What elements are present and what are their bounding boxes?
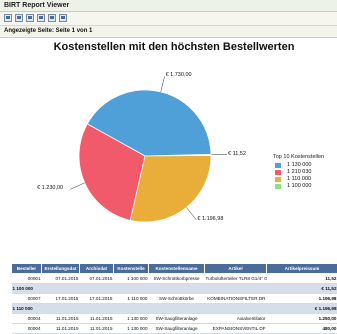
legend-item: 1 210 030	[273, 169, 324, 176]
column-header-artikelpreissum[interactable]: Artikelpreissum	[267, 264, 337, 274]
table-cell: 1 130 000	[114, 324, 149, 334]
table-cell: SW-Schrottkorbpresse	[149, 274, 205, 284]
pie-leader-line	[186, 207, 196, 219]
group-label: 1 110 000	[12, 304, 267, 314]
table-row: 0000717.01.201517.01.20151 110 000SW-Sch…	[12, 294, 337, 304]
column-header-kostenstelle[interactable]: Kostenstelle	[114, 264, 149, 274]
pie-chart	[11, 38, 337, 260]
group-total: € 11,52	[267, 284, 337, 294]
column-header-erstellungsdat[interactable]: Erstellungsdat	[42, 264, 80, 274]
pie-leader-line	[70, 183, 85, 190]
table-cell: Turbolüfterteiler TLR8 G1/4" G1/8"	[205, 274, 267, 284]
pie-value-label: € 11,52	[228, 151, 246, 157]
legend-swatch	[275, 184, 281, 189]
pie-leader-line	[161, 76, 165, 92]
table-header-row: Besteller Erstellungsdat Archivdat Koste…	[12, 264, 337, 274]
table-cell: 480,00	[267, 324, 337, 334]
legend-swatch	[275, 170, 281, 175]
table-cell: 00007	[12, 294, 42, 304]
chart-legend: Top 10 Kostenstellen 1 130 0001 210 0301…	[273, 154, 324, 190]
table-cell: Axialventilator	[205, 314, 267, 324]
table-cell: SW-Saugfilteranlage	[149, 324, 205, 334]
group-total: € 1.196,98	[267, 304, 337, 314]
column-header-archivdat[interactable]: Archivdat	[80, 264, 114, 274]
app-title: BIRT Report Viewer	[4, 0, 69, 11]
legend-title: Top 10 Kostenstellen	[273, 154, 324, 160]
table-cell: 11,52	[267, 274, 337, 284]
group-label: 1 100 000	[12, 284, 267, 294]
table-cell: 07.01.2015	[80, 274, 114, 284]
table-cell: 1 110 000	[114, 294, 149, 304]
table-cell: 17.01.2015	[80, 294, 114, 304]
print-server-icon[interactable]	[59, 14, 67, 22]
table-cell: 1 130 000	[114, 314, 149, 324]
page-indicator: Angezeigte Seite: Seite 1 von 1	[4, 26, 92, 37]
table-row: 0000411.01.201511.01.20151 130 000SW-Sau…	[12, 314, 337, 324]
table-cell: 00001	[12, 274, 42, 284]
table-cell: 00004	[12, 324, 42, 334]
table-cell: 11.01.2015	[42, 314, 80, 324]
legend-item: 1 100 000	[273, 183, 324, 190]
print-icon[interactable]	[48, 14, 56, 22]
legend-label: 1 100 000	[287, 183, 311, 190]
legend-label: 1 210 030	[287, 169, 311, 176]
pie-value-label: € 1.730,00	[166, 72, 192, 78]
title-bar: BIRT Report Viewer	[0, 0, 337, 12]
toolbar	[0, 12, 337, 26]
legend-label: 1 110 000	[287, 176, 311, 183]
column-header-besteller[interactable]: Besteller	[12, 264, 42, 274]
pie-value-label: € 1.230,00	[37, 185, 63, 191]
table-cell: EXPANSIONSVENTIL DF	[205, 324, 267, 334]
group-total-row: 1 110 000€ 1.196,98	[12, 304, 337, 314]
column-header-kostenstellenname[interactable]: Kostenstellenname	[149, 264, 205, 274]
table-row: 0000411.01.201511.01.20151 130 000SW-Sau…	[12, 324, 337, 334]
legend-item: 1 130 000	[273, 162, 324, 169]
report-content: Kostenstellen mit den höchsten Bestellwe…	[11, 38, 337, 310]
legend-swatch	[275, 177, 281, 182]
legend-label: 1 130 000	[287, 162, 311, 169]
legend-swatch	[275, 163, 281, 168]
export-data-icon[interactable]	[26, 14, 34, 22]
toc-icon[interactable]	[4, 14, 12, 22]
table-cell: 17.01.2015	[42, 294, 80, 304]
page-navigation-bar: Angezeigte Seite: Seite 1 von 1	[0, 26, 337, 38]
table-cell: SW-Saugfilteranlage	[149, 314, 205, 324]
table-cell: 11.01.2015	[42, 324, 80, 334]
table-cell: 07.01.2015	[42, 274, 80, 284]
table-cell: 11.01.2015	[80, 314, 114, 324]
table-row: 0000107.01.201507.01.20151 100 000SW-Sch…	[12, 274, 337, 284]
table-cell: 00004	[12, 314, 42, 324]
table-cell: 1.250,00	[267, 314, 337, 324]
table-cell: 1 100 000	[114, 274, 149, 284]
orders-table: Besteller Erstellungsdat Archivdat Koste…	[11, 263, 337, 334]
group-total-row: 1 100 000€ 11,52	[12, 284, 337, 294]
export-report-icon[interactable]	[37, 14, 45, 22]
table-cell: SW-Schrottkörbe	[149, 294, 205, 304]
run-icon[interactable]	[15, 14, 23, 22]
legend-item: 1 110 000	[273, 176, 324, 183]
table-cell: 11.01.2015	[80, 324, 114, 334]
table-cell: 1.196,98	[267, 294, 337, 304]
pie-value-label: € 1.196,98	[197, 216, 223, 222]
table-cell: KOMBINATIONSFILTER DR	[205, 294, 267, 304]
column-header-artikel[interactable]: Artikel	[205, 264, 267, 274]
